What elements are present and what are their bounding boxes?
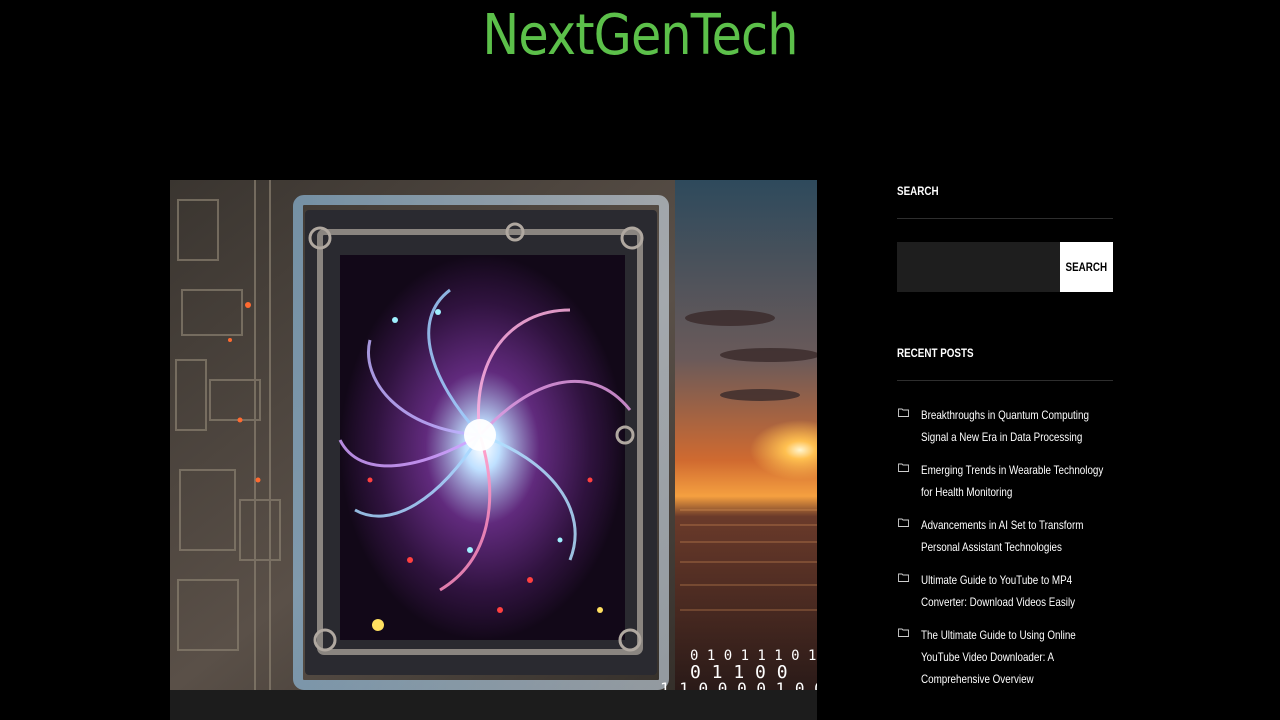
- folder-icon: [898, 628, 909, 637]
- folder-icon: [898, 408, 909, 417]
- folder-icon: [898, 463, 909, 472]
- search-form: SEARCH: [897, 242, 1113, 292]
- recent-post-item: Ultimate Guide to YouTube to MP4 Convert…: [897, 569, 1113, 625]
- search-widget-divider: [897, 218, 1113, 219]
- search-input[interactable]: [897, 242, 1060, 292]
- post-content-bar: [170, 690, 817, 720]
- recent-post-item: Breakthroughs in Quantum Computing Signa…: [897, 404, 1113, 460]
- recent-post-item: Advancements in AI Set to Transform Pers…: [897, 514, 1113, 570]
- binary-row-3: 1 1 0 0 0 0 1 0 0 1: [660, 679, 817, 690]
- recent-post-item: The Ultimate Guide to Using Online YouTu…: [897, 624, 1113, 686]
- recent-posts-divider: [897, 380, 1113, 381]
- recent-posts-list: Breakthroughs in Quantum Computing Signa…: [897, 404, 1113, 686]
- site-title[interactable]: NextGenTech: [77, 0, 1203, 74]
- recent-post-link[interactable]: Breakthroughs in Quantum Computing Signa…: [921, 404, 1110, 448]
- folder-icon: [898, 573, 909, 582]
- recent-post-link[interactable]: Advancements in AI Set to Transform Pers…: [921, 514, 1110, 558]
- featured-image-artwork: 0 1 0 1 1 1 0 1 7 0 0 1 1 0 0 1 1 0 0 0 …: [170, 180, 817, 690]
- recent-post-link[interactable]: Emerging Trends in Wearable Technology f…: [921, 459, 1110, 503]
- featured-image[interactable]: 0 1 0 1 1 1 0 1 7 0 0 1 1 0 0 1 1 0 0 0 …: [170, 180, 817, 690]
- search-button[interactable]: SEARCH: [1060, 242, 1113, 292]
- recent-post-item: Emerging Trends in Wearable Technology f…: [897, 459, 1113, 515]
- search-widget-title: SEARCH: [897, 184, 939, 198]
- folder-icon: [898, 518, 909, 527]
- recent-post-link[interactable]: The Ultimate Guide to Using Online YouTu…: [921, 624, 1110, 690]
- recent-posts-widget-title: RECENT POSTS: [897, 346, 974, 360]
- search-button-label: SEARCH: [1065, 260, 1108, 274]
- recent-post-link[interactable]: Ultimate Guide to YouTube to MP4 Convert…: [921, 569, 1110, 613]
